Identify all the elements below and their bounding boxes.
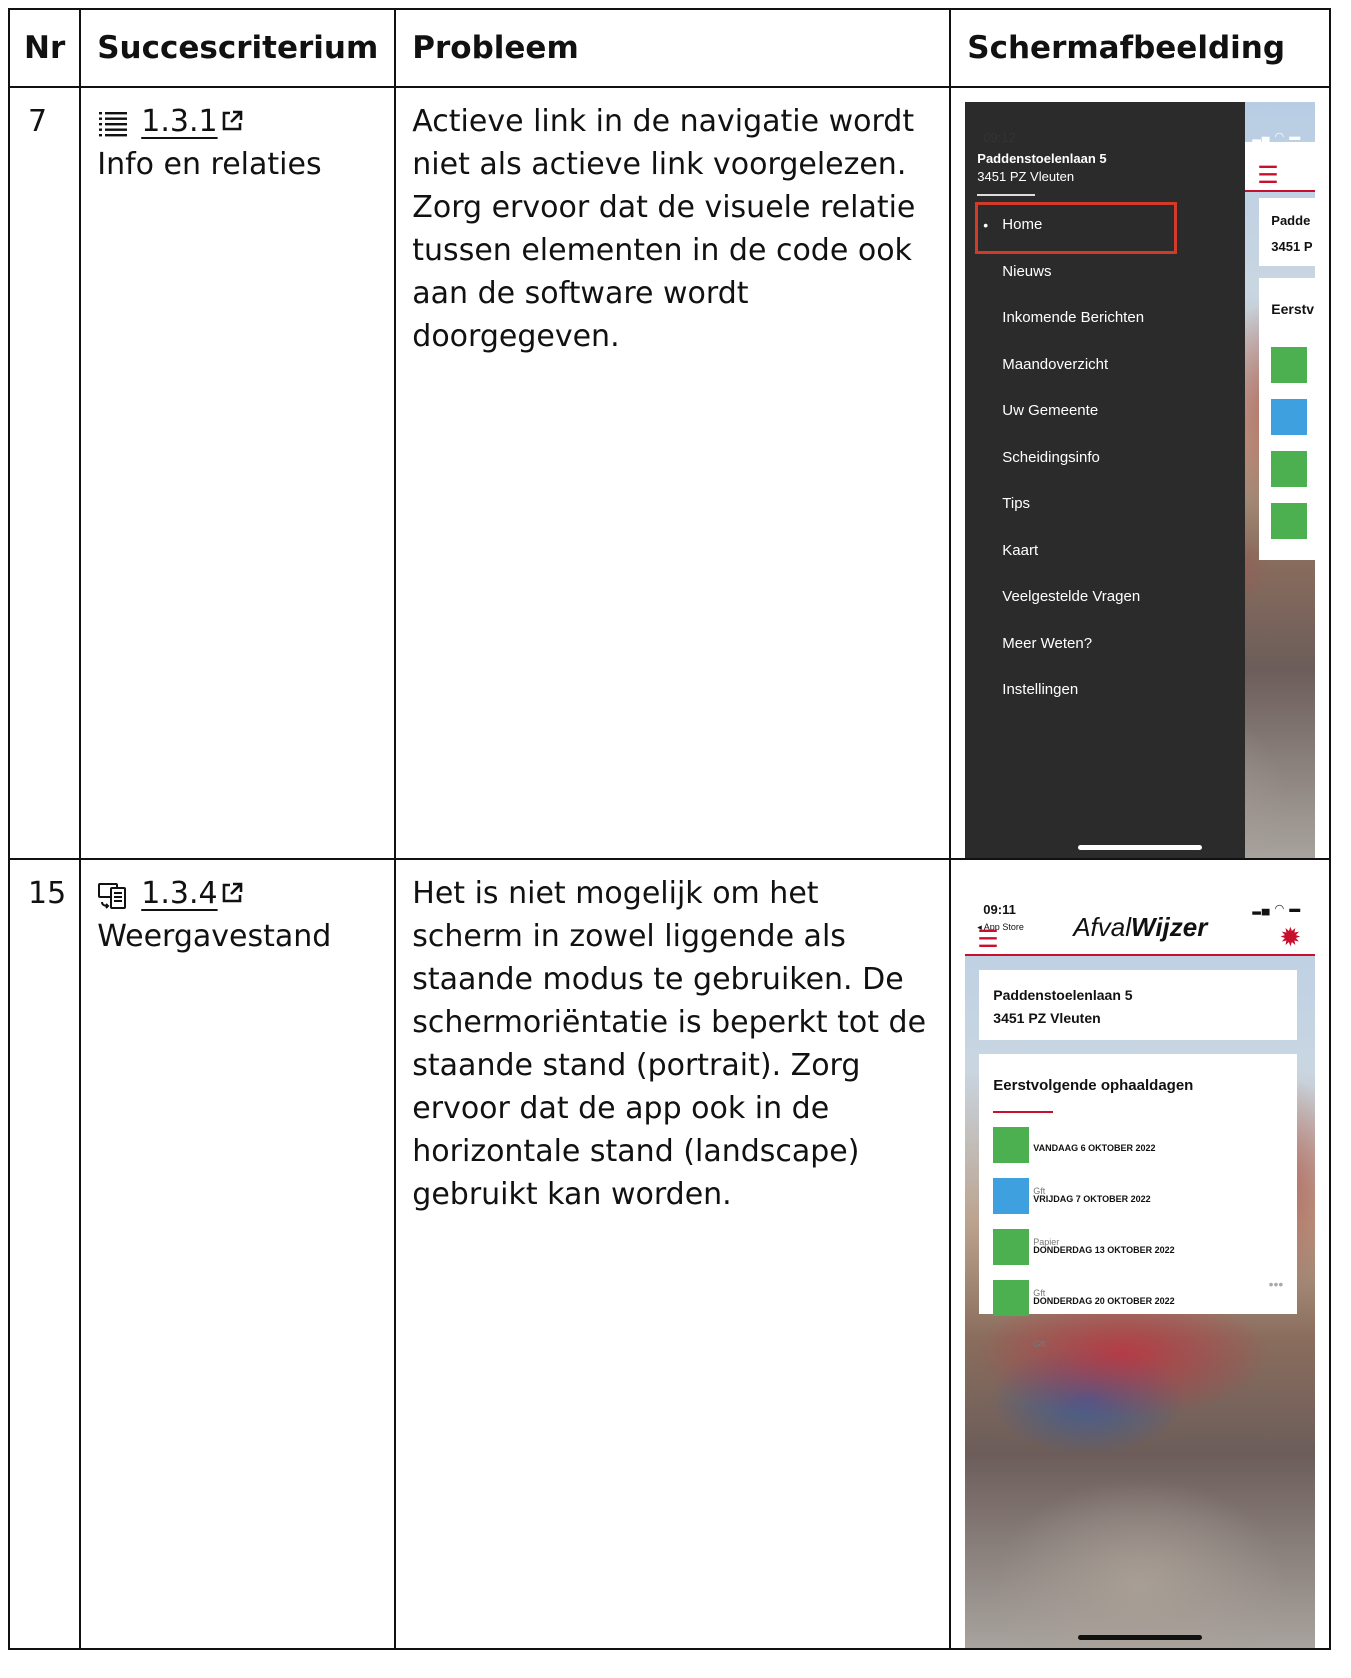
more-icon[interactable]: ••• <box>1269 1263 1284 1306</box>
problem-text: Het is niet mogelijk om het scherm in zo… <box>394 858 952 1650</box>
menu-item-kaart[interactable]: Kaart <box>965 528 1245 575</box>
status-icons: ▂▄ ◠ ▬ <box>1252 131 1302 143</box>
gft-icon <box>1271 347 1308 383</box>
external-link-icon <box>220 874 244 903</box>
external-link-icon <box>220 102 244 131</box>
menu-item-uw-gemeente[interactable]: Uw Gemeente <box>965 388 1245 435</box>
drawer-address: Paddenstoelenlaan 5 3451 PZ Vleuten <box>977 151 1107 184</box>
gear-icon[interactable]: ✹ <box>1279 916 1301 959</box>
screenshot-cell: ☰ Padde 3451 P Eerstv 09:12 Paddenstoelen… <box>949 86 1332 860</box>
criterion-name: Weergavestand <box>97 919 332 954</box>
table-header-row: Nr Succescriterium Probleem Schermafbeel… <box>7 8 1332 88</box>
row-nr: 15 <box>7 858 82 1650</box>
hamburger-icon[interactable]: ☰ <box>1257 154 1279 197</box>
hamburger-icon[interactable]: ☰ <box>977 918 999 961</box>
table-row: 7 1.3.1 Info en relaties Actieve link in… <box>7 86 1332 860</box>
audit-table: Nr Succescriterium Probleem Schermafbeel… <box>7 8 1332 1650</box>
header-probleem: Probleem <box>394 8 952 88</box>
menu-item-instellingen[interactable]: Instellingen <box>965 667 1245 714</box>
criterion-name: Info en relaties <box>97 147 322 182</box>
main-screen-peek: ☰ Padde 3451 P Eerstv <box>1245 102 1316 858</box>
criterion-link[interactable]: 1.3.4 <box>141 872 243 915</box>
header-nr: Nr <box>7 8 82 88</box>
orientation-icon <box>97 879 129 909</box>
screenshot-home: 09:11 ▂▄ ◠ ▬ ◂ App Store AfvalWijzer ☰ ✹… <box>965 874 1316 1648</box>
row-nr: 7 <box>7 86 82 860</box>
list-item[interactable]: VRIJDAG 7 OKTOBER 2022 Papier <box>993 1178 1283 1247</box>
header-succescriterium: Succescriterium <box>79 8 397 88</box>
menu-item-nieuws[interactable]: Nieuws <box>965 249 1245 296</box>
address-card-peek: Padde 3451 P <box>1259 198 1316 266</box>
active-link-highlight <box>975 202 1178 254</box>
gft-icon <box>1271 503 1308 539</box>
pickup-card: Eerstvolgende ophaaldagen VANDAAG 6 OKTO… <box>979 1054 1298 1349</box>
menu-item-veelgestelde-vragen[interactable]: Veelgestelde Vragen <box>965 574 1245 621</box>
menu-item-maandoverzicht[interactable]: Maandoverzicht <box>965 342 1245 389</box>
gft-icon <box>1271 451 1308 487</box>
criterion-link[interactable]: 1.3.1 <box>141 100 243 143</box>
header-schermafbeelding: Schermafbeelding <box>949 8 1332 88</box>
gft-icon <box>993 1127 1030 1163</box>
address-card: Paddenstoelenlaan 5 3451 PZ Vleuten <box>979 970 1298 1040</box>
app-header: 09:11 ▂▄ ◠ ▬ ◂ App Store AfvalWijzer ☰ ✹ <box>965 874 1316 959</box>
drawer-menu: Home Nieuws Inkomende Berichten Maandove… <box>965 202 1245 714</box>
menu-item-meer-weten[interactable]: Meer Weten? <box>965 621 1245 668</box>
gft-icon <box>993 1280 1030 1316</box>
home-indicator <box>1078 1635 1203 1640</box>
problem-text: Actieve link in de navigatie wordt niet … <box>394 86 952 860</box>
nav-drawer: 09:12 Paddenstoelenlaan 5 3451 PZ Vleuten… <box>965 102 1246 858</box>
pickup-title: Eerstvolgende ophaaldagen <box>993 1064 1283 1113</box>
home-indicator <box>1078 845 1203 850</box>
pickup-card-peek: Eerstv <box>1259 278 1316 560</box>
papier-icon <box>993 1178 1030 1214</box>
screenshot-menu: ☰ Padde 3451 P Eerstv 09:12 Paddenstoelen… <box>965 102 1316 858</box>
criterion-cell: 1.3.1 Info en relaties <box>79 86 397 860</box>
gft-icon <box>993 1229 1030 1265</box>
list-item[interactable]: DONDERDAG 13 OKTOBER 2022 Gft <box>993 1229 1283 1298</box>
criterion-cell: 1.3.4 Weergavestand <box>79 858 397 1650</box>
list-item[interactable]: VANDAAG 6 OKTOBER 2022 Gft <box>993 1127 1283 1196</box>
screenshot-cell: 09:11 ▂▄ ◠ ▬ ◂ App Store AfvalWijzer ☰ ✹… <box>949 858 1332 1650</box>
menu-item-inkomende-berichten[interactable]: Inkomende Berichten <box>965 295 1245 342</box>
app-logo: AfvalWijzer <box>1073 912 1208 942</box>
menu-item-tips[interactable]: Tips <box>965 481 1245 528</box>
menu-item-scheidingsinfo[interactable]: Scheidingsinfo <box>965 435 1245 482</box>
list-item[interactable]: DONDERDAG 20 OKTOBER 2022 Gft <box>993 1280 1283 1349</box>
table-row: 15 1.3.4 Weergavestand Het is niet mogel… <box>7 858 1332 1650</box>
papier-icon <box>1271 399 1308 435</box>
list-icon <box>97 107 129 137</box>
